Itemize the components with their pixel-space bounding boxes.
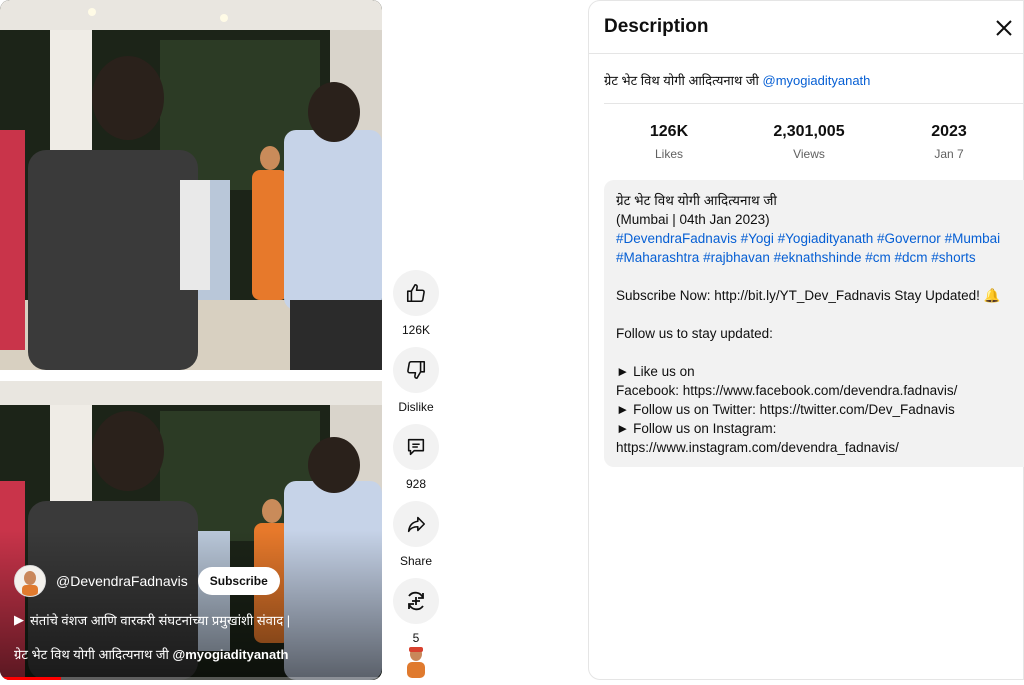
channel-handle[interactable]: @DevendraFadnavis <box>56 573 188 589</box>
hashtag-link[interactable]: #rajbhavan <box>703 250 770 265</box>
facebook-line: Facebook: https://www.facebook.com/deven… <box>616 383 958 398</box>
dislike-button[interactable] <box>393 347 439 393</box>
body-line: (Mumbai | 04th Jan 2023) <box>616 212 770 227</box>
follow-heading: Follow us to stay updated: <box>616 326 773 341</box>
stat-likes: 126K Likes <box>604 123 734 161</box>
headline-handle-link[interactable]: @myogiadityanath <box>763 73 871 88</box>
hashtag-link[interactable]: #shorts <box>931 250 975 265</box>
comments-action: 928 <box>392 424 440 491</box>
hashtag-link[interactable]: #Yogiadityanath <box>778 231 874 246</box>
body-line: ग्रेट भेट विथ योगी आदित्यनाथ जी <box>616 193 777 208</box>
stat-value: 2023 <box>931 123 967 140</box>
short-video-player[interactable]: @DevendraFadnavis Subscribe ▶ संतांचे वं… <box>0 0 382 680</box>
stat-label: Views <box>793 147 825 161</box>
subscribe-line: Subscribe Now: http://bit.ly/YT_Dev_Fadn… <box>616 288 1001 303</box>
progress-bar[interactable] <box>0 677 382 680</box>
channel-avatar[interactable] <box>14 565 46 597</box>
share-action: Share <box>392 501 440 568</box>
dislike-action: Dislike <box>392 347 440 414</box>
instagram-label: ► Follow us on Instagram: <box>616 421 777 436</box>
remix-button[interactable] <box>393 578 439 624</box>
panel-header: Description <box>589 1 1023 54</box>
description-headline: ग्रेट भेट विथ योगी आदित्यनाथ जी @myogiad… <box>604 71 870 89</box>
hashtag-link[interactable]: #cm <box>865 250 891 265</box>
instagram-url: https://www.instagram.com/devendra_fadna… <box>616 440 899 455</box>
hashtag-link[interactable]: #Yogi <box>741 231 774 246</box>
hashtag-link[interactable]: #Governor <box>877 231 941 246</box>
share-button[interactable] <box>393 501 439 547</box>
play-icon: ▶ <box>14 612 24 627</box>
video-frame-top <box>0 0 382 370</box>
action-column: 126K Dislike 928 Share 5 <box>392 270 440 655</box>
thumbs-down-icon <box>407 360 426 380</box>
like-count: 126K <box>401 323 431 337</box>
stat-date: 2023 Jan 7 <box>884 123 1014 161</box>
caption-text: ग्रेट भेट विथ योगी आदित्यनाथ जी <box>14 647 169 662</box>
video-caption: ग्रेट भेट विथ योगी आदित्यनाथ जी @myogiad… <box>14 645 289 663</box>
like-us-line: ► Like us on <box>616 364 695 379</box>
headline-text: ग्रेट भेट विथ योगी आदित्यनाथ जी <box>604 73 759 88</box>
hashtag-link[interactable]: #DevendraFadnavis <box>616 231 737 246</box>
stat-value: 126K <box>649 123 689 140</box>
like-action: 126K <box>392 270 440 337</box>
subscribe-button[interactable]: Subscribe <box>197 567 280 595</box>
comments-button[interactable] <box>393 424 439 470</box>
like-button[interactable] <box>393 270 439 316</box>
hashtag-link[interactable]: #Maharashtra <box>616 250 699 265</box>
hashtag-row: #Maharashtra #rajbhavan #eknathshinde #c… <box>616 248 1013 267</box>
remix-count: 5 <box>412 631 420 645</box>
related-video-title: संतांचे वंशज आणि वारकरी संघटनांच्या प्रम… <box>30 613 291 628</box>
remix-action: 5 <box>392 578 440 645</box>
share-icon <box>407 516 426 533</box>
close-button[interactable] <box>989 13 1019 43</box>
stats-row: 126K Likes 2,301,005 Views 2023 Jan 7 <box>604 123 1014 161</box>
description-panel: Description ग्रेट भेट विथ योगी आदित्यनाथ… <box>588 0 1024 680</box>
twitter-line: ► Follow us on Twitter: https://twitter.… <box>616 402 955 417</box>
stat-label: Jan 7 <box>934 147 964 161</box>
share-label: Share <box>399 554 433 568</box>
remix-icon <box>408 591 424 611</box>
channel-mini-avatar[interactable] <box>401 644 431 678</box>
channel-row: @DevendraFadnavis Subscribe <box>14 565 280 597</box>
comment-icon <box>407 438 425 456</box>
related-video-link[interactable]: ▶ संतांचे वंशज आणि वारकरी संघटनांच्या प्… <box>14 611 374 629</box>
thumbs-up-icon <box>406 283 425 303</box>
video-scene-image <box>0 0 382 370</box>
stat-value: 2,301,005 <box>773 123 845 140</box>
hashtag-row: #DevendraFadnavis #Yogi #Yogiadityanath … <box>616 229 1013 248</box>
caption-handle-link[interactable]: @myogiadityanath <box>173 647 289 662</box>
hashtag-link[interactable]: #dcm <box>895 250 928 265</box>
close-icon <box>996 20 1012 36</box>
description-body: ग्रेट भेट विथ योगी आदित्यनाथ जी (Mumbai … <box>604 180 1024 467</box>
hashtag-link[interactable]: #eknathshinde <box>774 250 862 265</box>
hashtag-link[interactable]: #Mumbai <box>945 231 1001 246</box>
stat-label: Likes <box>654 147 683 161</box>
stat-views: 2,301,005 Views <box>744 123 874 161</box>
panel-title: Description <box>604 16 709 37</box>
dislike-label: Dislike <box>398 400 434 414</box>
comment-count: 928 <box>405 477 427 491</box>
progress-fill <box>0 677 62 680</box>
